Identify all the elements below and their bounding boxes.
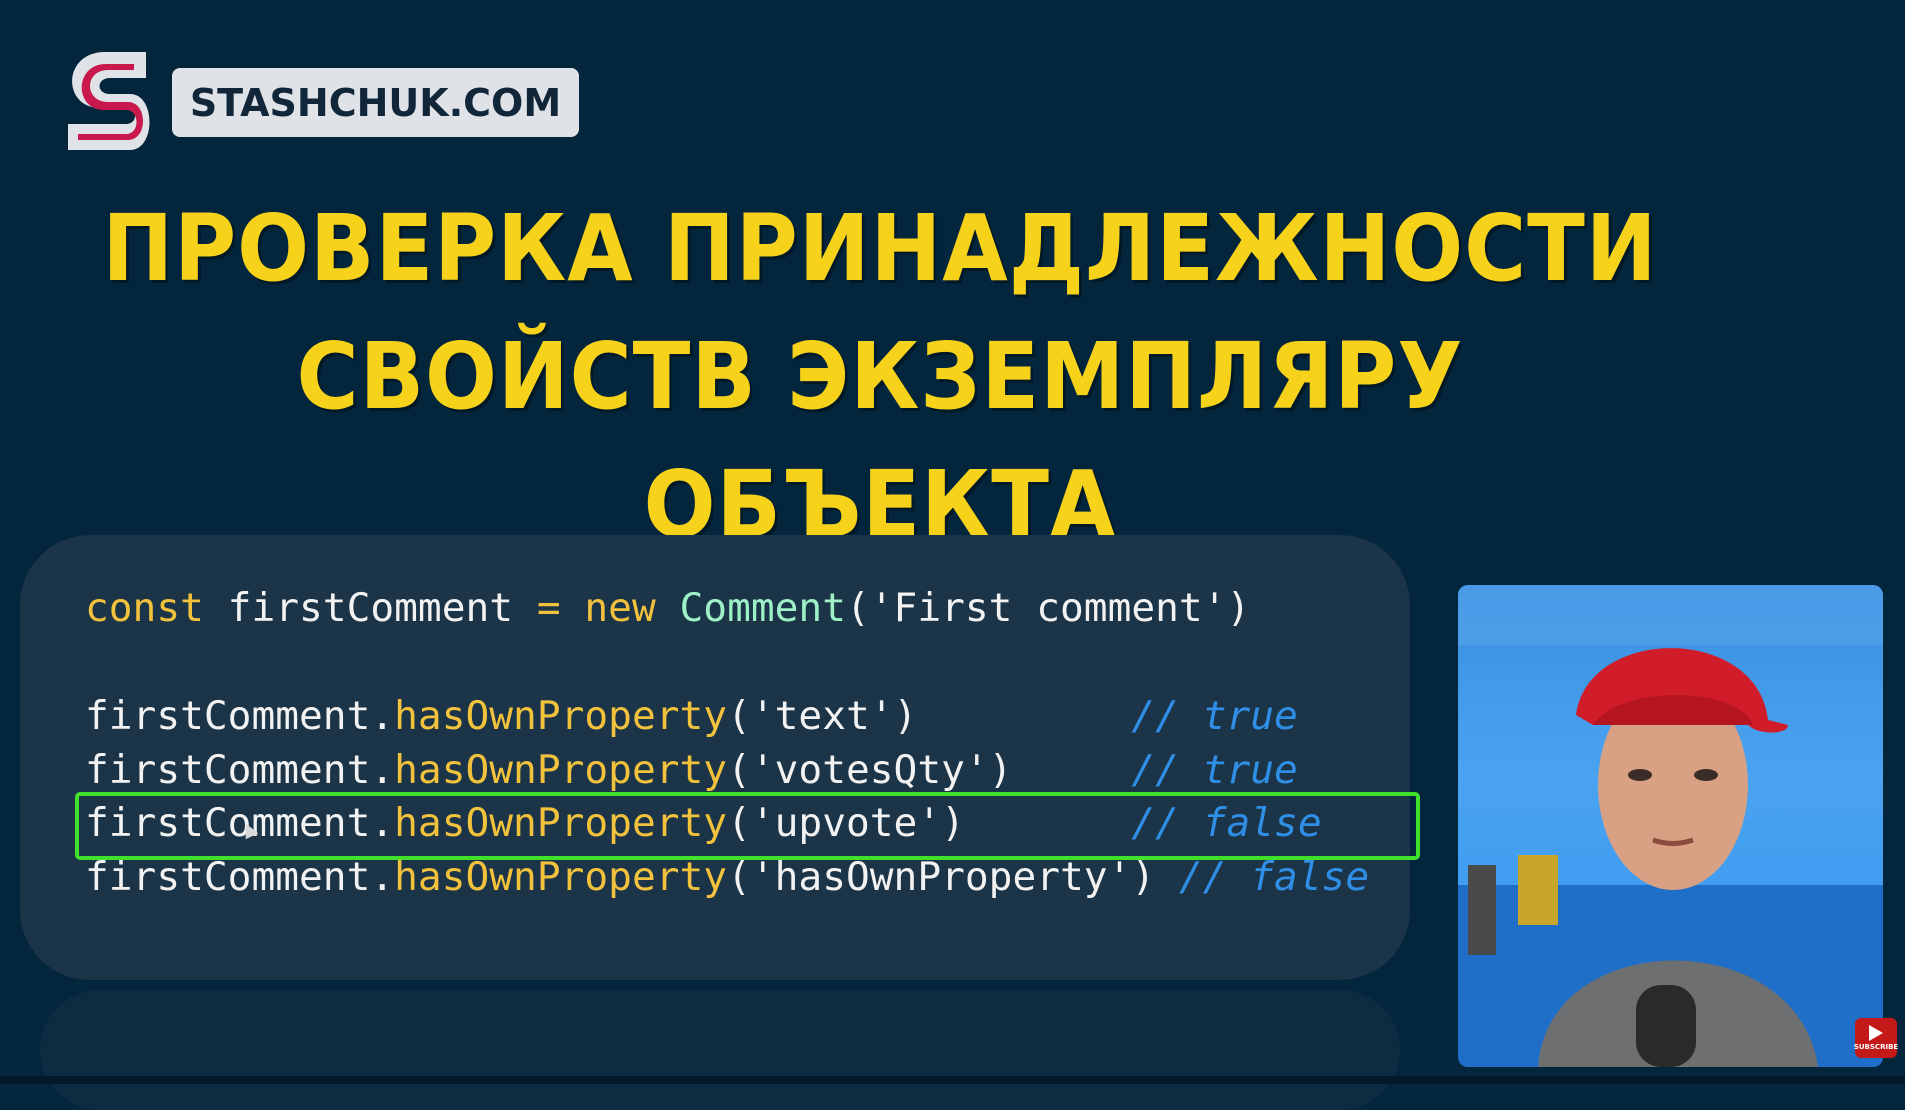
code-args: ('votesQty') (727, 747, 1013, 793)
slide-title-line-2: СВОЙСТВ ЭКЗЕМПЛЯРУ ОБЪЕКТА (296, 323, 1464, 558)
code-operator: = (536, 585, 561, 631)
code-highlight-box (75, 792, 1420, 860)
code-pad (1155, 854, 1179, 900)
code-line: firstComment.hasOwnProperty('hasOwnPrope… (85, 854, 1369, 900)
subscribe-label: SUBSCRIBE (1853, 1043, 1899, 1051)
code-object: firstComment. (85, 693, 395, 739)
site-name: STASHCHUK.COM (189, 80, 562, 125)
code-line-declaration: const firstComment = new Comment('First … (85, 585, 1250, 631)
code-line: firstComment.hasOwnProperty('text') // t… (85, 693, 1298, 739)
code-class-name: Comment (679, 585, 846, 631)
code-args: ('text') (727, 693, 918, 739)
code-panel-shadow (40, 990, 1400, 1110)
code-pad (917, 693, 1131, 739)
slide-title-line-1: ПРОВЕРКА ПРИНАДЛЕЖНОСТИ (102, 195, 1658, 302)
subscribe-button[interactable]: SUBSCRIBE (1853, 1018, 1899, 1058)
code-method: hasOwnProperty (394, 747, 728, 793)
code-comment: // true (1131, 747, 1298, 793)
bottom-bar (0, 1076, 1905, 1084)
presenter-illustration (1458, 585, 1883, 1067)
code-object: firstComment. (85, 747, 395, 793)
code-pad (1012, 747, 1131, 793)
code-comment: // false (1178, 854, 1370, 900)
code-comment: // true (1131, 693, 1298, 739)
stashchuk-logo-icon (68, 52, 150, 150)
code-keyword-const: const (85, 585, 204, 631)
code-keyword-new: new (560, 585, 680, 631)
site-name-badge: STASHCHUK.COM (172, 68, 579, 137)
code-line: firstComment.hasOwnProperty('votesQty') … (85, 747, 1298, 793)
code-object: firstComment. (85, 854, 395, 900)
code-variable: firstComment (203, 585, 537, 631)
code-args: ('hasOwnProperty') (727, 854, 1156, 900)
play-icon (1869, 1025, 1883, 1041)
code-method: hasOwnProperty (394, 854, 728, 900)
code-args: ('First comment') (846, 585, 1251, 631)
presenter-video[interactable] (1458, 585, 1883, 1067)
slide-title: ПРОВЕРКА ПРИНАДЛЕЖНОСТИ СВОЙСТВ ЭКЗЕМПЛЯ… (0, 185, 1760, 569)
code-method: hasOwnProperty (394, 693, 728, 739)
